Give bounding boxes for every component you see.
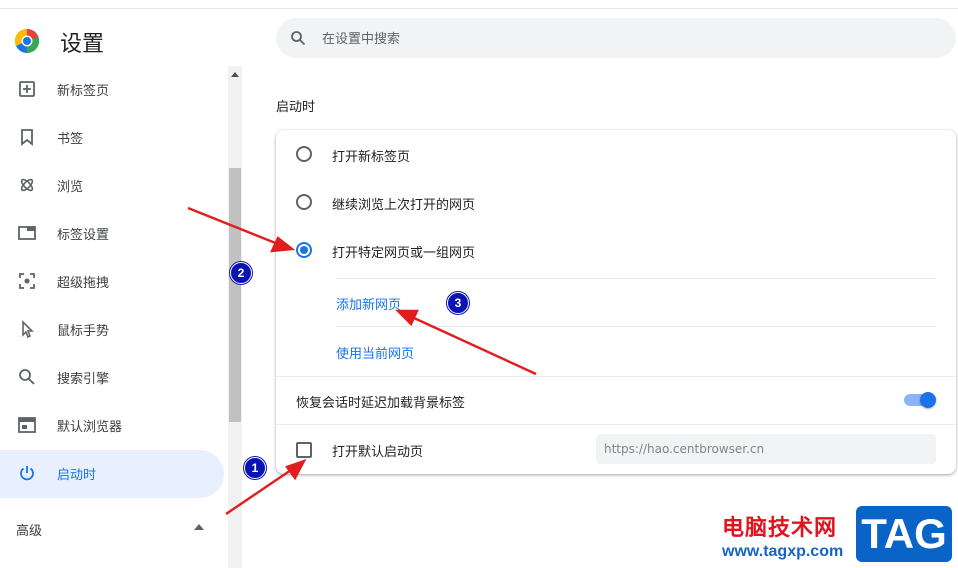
sidebar-advanced[interactable]: 高级 <box>16 520 42 539</box>
radio-button-selected[interactable] <box>296 242 312 258</box>
radio-button[interactable] <box>296 194 312 210</box>
tab-settings-icon <box>18 226 36 240</box>
top-divider <box>0 8 958 9</box>
divider <box>336 326 936 327</box>
sidebar: 新标签页 书签 浏览 标签设置 超级拖拽 鼠标手势 搜索引擎 默认浏览器 启动时 <box>0 66 226 568</box>
sidebar-item-on-startup[interactable]: 启动时 <box>0 450 224 498</box>
sidebar-item-browse[interactable]: 浏览 <box>0 162 224 210</box>
sidebar-item-super-drag[interactable]: 超级拖拽 <box>0 258 224 306</box>
startup-option-specific-pages[interactable]: 打开特定网页或一组网页 <box>276 226 956 274</box>
cent-browser-logo-icon <box>14 28 40 54</box>
watermark-site-name: 电脑技术网 <box>722 516 838 541</box>
sidebar-item-label: 启动时 <box>57 468 97 483</box>
startup-option-continue[interactable]: 继续浏览上次打开的网页 <box>276 178 956 226</box>
search-engine-icon <box>19 369 35 385</box>
sidebar-item-bookmarks[interactable]: 书签 <box>0 114 224 162</box>
search-icon <box>291 31 306 46</box>
tag-logo: TAG <box>856 506 952 562</box>
lazy-load-label: 恢复会话时延迟加载背景标签 <box>296 396 466 411</box>
sidebar-item-label: 超级拖拽 <box>57 276 110 291</box>
add-new-page-link[interactable]: 添加新网页 <box>336 294 401 313</box>
scroll-up-arrow-icon[interactable] <box>231 72 239 77</box>
scrollbar-thumb[interactable] <box>229 168 241 422</box>
default-browser-icon <box>18 417 36 433</box>
radio-label: 打开新标签页 <box>332 150 411 165</box>
page-title: 设置 <box>60 32 105 57</box>
divider <box>276 376 956 377</box>
watermark-url: www.tagxp.com <box>722 543 844 560</box>
new-tab-icon <box>19 81 35 97</box>
sidebar-item-label: 鼠标手势 <box>57 324 110 339</box>
annotation-badge-3: 3 <box>447 292 469 314</box>
chevron-up-icon[interactable] <box>194 524 204 530</box>
sidebar-item-mouse-gesture[interactable]: 鼠标手势 <box>0 306 224 354</box>
radio-button[interactable] <box>296 146 312 162</box>
sidebar-item-tab-settings[interactable]: 标签设置 <box>0 210 224 258</box>
sidebar-item-search-engine[interactable]: 搜索引擎 <box>0 354 224 402</box>
sidebar-item-label: 搜索引擎 <box>57 372 110 387</box>
bookmark-icon <box>21 129 33 146</box>
radio-label: 打开特定网页或一组网页 <box>332 246 476 261</box>
browse-icon <box>20 178 34 192</box>
sidebar-item-default-browser[interactable]: 默认浏览器 <box>0 402 224 450</box>
divider <box>276 424 956 425</box>
sidebar-item-label: 标签设置 <box>57 228 110 243</box>
startup-card: 打开新标签页 继续浏览上次打开的网页 打开特定网页或一组网页 添加新网页 使用当… <box>276 130 956 474</box>
settings-search-box[interactable] <box>276 18 956 58</box>
sidebar-item-label: 新标签页 <box>57 84 110 99</box>
startup-option-new-tab[interactable]: 打开新标签页 <box>276 130 956 178</box>
use-current-pages-link[interactable]: 使用当前网页 <box>336 343 414 362</box>
toggle-knob[interactable] <box>920 392 936 408</box>
default-url-input[interactable] <box>596 434 936 464</box>
open-default-label: 打开默认启动页 <box>332 445 424 460</box>
mouse-gesture-icon <box>22 320 34 338</box>
sidebar-item-label: 默认浏览器 <box>57 420 123 435</box>
sidebar-item-label: 书签 <box>57 132 84 147</box>
sidebar-item-new-tab[interactable]: 新标签页 <box>0 66 224 114</box>
annotation-badge-2: 2 <box>230 262 252 284</box>
radio-label: 继续浏览上次打开的网页 <box>332 198 476 213</box>
super-drag-icon <box>19 273 35 289</box>
annotation-badge-1: 1 <box>244 457 266 479</box>
open-default-checkbox[interactable] <box>296 442 312 458</box>
sidebar-item-label: 浏览 <box>57 180 84 195</box>
power-icon <box>20 466 34 481</box>
search-input[interactable] <box>320 28 884 50</box>
divider <box>336 278 936 279</box>
section-title: 启动时 <box>276 100 316 115</box>
